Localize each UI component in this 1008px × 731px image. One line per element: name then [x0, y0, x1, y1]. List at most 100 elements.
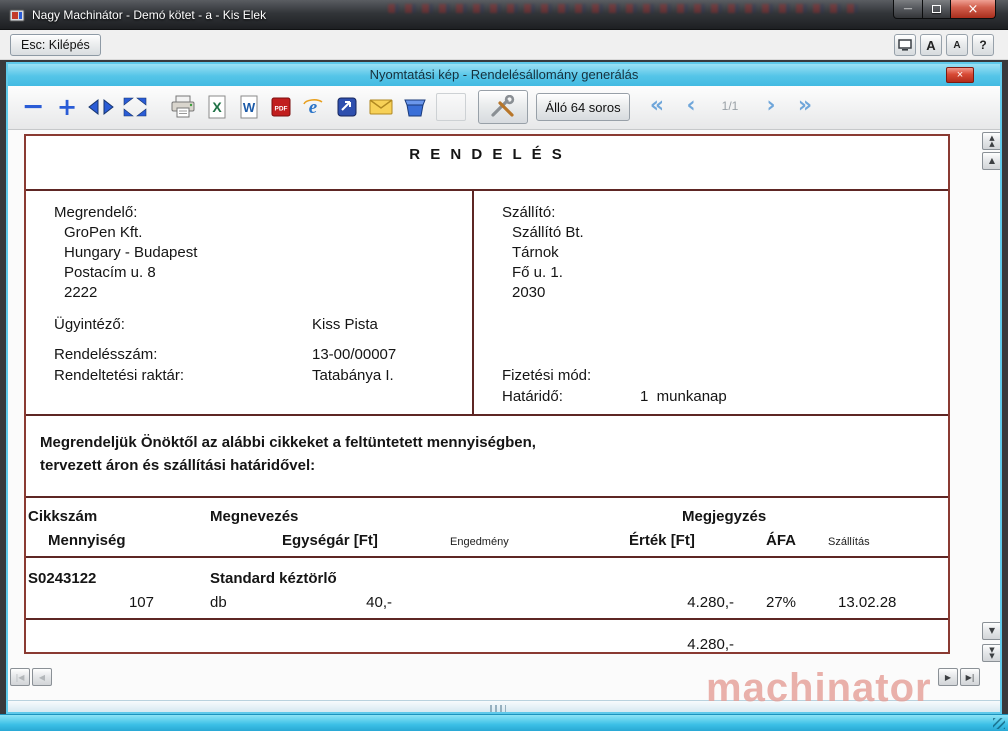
customer-label: Megrendelő: [54, 204, 137, 221]
minimize-button[interactable]: — [893, 0, 923, 19]
table-header-line [26, 556, 948, 558]
order-number-value: 13-00/00007 [312, 346, 396, 363]
item-name: Standard kéztörlő [210, 570, 337, 587]
scroll-up-button[interactable]: ▲ [982, 152, 1002, 170]
settings-button[interactable] [478, 90, 528, 124]
app-window: Nagy Machinátor - Demó kötet - a - Kis E… [0, 0, 1008, 731]
scroll-to-top-button[interactable]: ▲▲ [982, 132, 1002, 150]
close-icon: × [968, 2, 979, 17]
pager-next-button[interactable]: ▶ [938, 668, 958, 686]
next-page-button[interactable]: › [756, 90, 786, 120]
maximize-icon [932, 5, 941, 13]
svg-text:PDF: PDF [275, 106, 288, 113]
item-unit-price: 40,- [296, 594, 392, 611]
item-value: 4.280,- [624, 594, 734, 611]
section-divider-line [26, 414, 948, 416]
total-value: 4.280,- [624, 636, 734, 653]
preview-titlebar: Nyomtatási kép - Rendelésállomány generá… [8, 64, 1000, 86]
last-page-button[interactable]: » [790, 90, 820, 120]
pager-previous-button[interactable]: ◀ [32, 668, 52, 686]
save-image-button[interactable] [332, 92, 362, 122]
first-page-icon: « [650, 93, 664, 118]
help-button[interactable]: ? [972, 34, 994, 56]
open-browser-button[interactable]: e [298, 92, 328, 122]
header-quantity: Mennyiség [48, 532, 126, 549]
save-image-icon [336, 96, 358, 118]
minimize-icon: — [904, 4, 913, 14]
item-vat: 27% [766, 594, 796, 611]
pager-last-button[interactable]: ▶| [960, 668, 980, 686]
preview-toolbar: − + [8, 86, 1000, 130]
header-vat: ÁFA [766, 532, 796, 549]
fit-width-icon [88, 98, 114, 116]
payment-label: Fizetési mód: [502, 367, 591, 384]
send-mail-button[interactable] [366, 92, 396, 122]
header-delivery: Szállítás [828, 536, 870, 548]
zoom-in-button[interactable]: + [52, 92, 82, 122]
preview-close-button[interactable]: × [946, 67, 974, 83]
excel-icon: X [206, 95, 228, 119]
page-layout-button[interactable]: Álló 64 soros [536, 93, 630, 121]
header-value: Érték [Ft] [629, 532, 695, 549]
export-pdf-button[interactable]: PDF [266, 92, 296, 122]
supplier-city: Tárnok [512, 244, 559, 261]
pager-first-button[interactable]: |◀ [10, 668, 30, 686]
menubar-buttons: A A ? [894, 34, 994, 56]
archive-button[interactable] [400, 92, 430, 122]
document-page: R E N D E L É S Megrendelő: GroPen Kft. … [24, 134, 950, 654]
scrollbar-grip-icon[interactable] [490, 705, 506, 713]
pdf-icon: PDF [270, 95, 292, 119]
customer-name: GroPen Kft. [64, 224, 142, 241]
maximize-button[interactable] [922, 0, 951, 19]
item-unit: db [210, 594, 227, 611]
screen-size-button[interactable] [894, 34, 916, 56]
font-large-button[interactable]: A [920, 34, 942, 56]
window-controls: — × [894, 0, 996, 19]
header-discount: Engedmény [450, 536, 509, 548]
esc-exit-button[interactable]: Esc: Kilépés [10, 34, 101, 56]
export-word-button[interactable]: W [234, 92, 264, 122]
order-number-label: Rendelésszám: [54, 346, 157, 363]
table-bottom-line [26, 618, 948, 620]
mail-icon [369, 97, 393, 117]
scroll-to-bottom-button[interactable]: ▼▼ [982, 644, 1002, 662]
item-code: S0243122 [28, 570, 96, 587]
next-page-icon: › [766, 93, 775, 118]
last-page-icon: » [798, 93, 812, 118]
supplier-name: Szállító Bt. [512, 224, 584, 241]
supplier-label: Szállító: [502, 204, 555, 221]
supplier-zip: 2030 [512, 284, 545, 301]
down-icon: ▼ [989, 627, 995, 635]
document-title: R E N D E L É S [26, 146, 948, 163]
customer-zip: 2222 [64, 284, 97, 301]
background-window-text-bleed [388, 4, 858, 13]
intro-line-2: tervezett áron és szállítási határidővel… [40, 457, 315, 474]
up-icon: ▲ [989, 157, 995, 165]
zoom-in-icon: + [57, 94, 77, 120]
column-divider-line [472, 189, 474, 416]
previous-page-button[interactable]: ‹ [676, 90, 706, 120]
monitor-icon [898, 39, 912, 51]
warehouse-label: Rendeltetési raktár: [54, 367, 184, 384]
archive-box-icon [403, 96, 427, 118]
print-button[interactable] [168, 92, 198, 122]
resize-grip-icon[interactable] [993, 718, 1005, 729]
window-title: Nagy Machinátor - Demó kötet - a - Kis E… [32, 8, 266, 22]
horizontal-scrollbar[interactable] [8, 700, 1002, 714]
fit-width-button[interactable] [86, 92, 116, 122]
intro-line-1: Megrendeljük Önöktől az alábbi cikkeket … [40, 434, 536, 451]
print-preview-window: Nyomtatási kép - Rendelésállomány generá… [6, 62, 1002, 714]
page-indicator: 1/1 [708, 99, 752, 113]
close-button[interactable]: × [950, 0, 996, 19]
internet-explorer-icon: e [301, 95, 325, 119]
fit-page-button[interactable] [120, 92, 150, 122]
fit-page-icon [123, 97, 147, 117]
first-page-button[interactable]: « [642, 90, 672, 120]
scroll-down-button[interactable]: ▼ [982, 622, 1002, 640]
export-excel-button[interactable]: X [202, 92, 232, 122]
titlebar: Nagy Machinátor - Demó kötet - a - Kis E… [0, 0, 1008, 30]
zoom-out-button[interactable]: − [18, 92, 48, 122]
table-top-line [26, 496, 948, 498]
font-small-button[interactable]: A [946, 34, 968, 56]
toolbar-empty-slot [436, 93, 466, 121]
